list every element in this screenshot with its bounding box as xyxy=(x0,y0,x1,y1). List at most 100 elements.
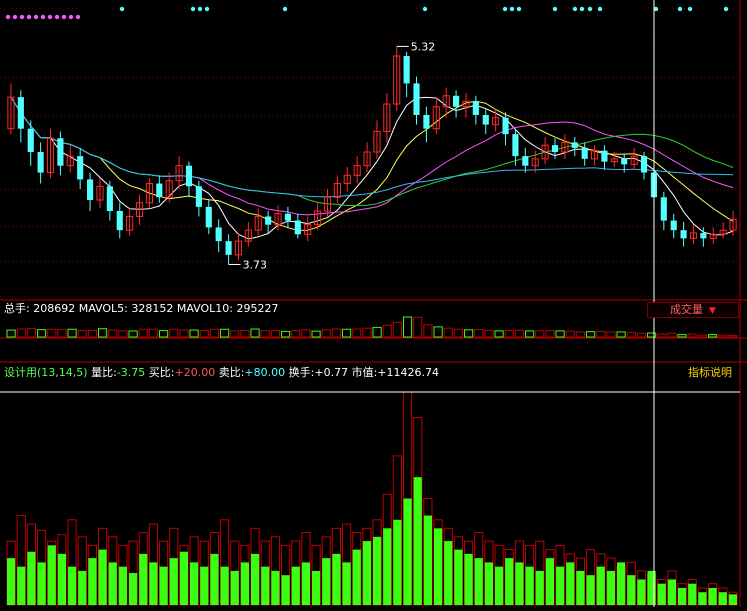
candle-body xyxy=(156,183,163,198)
candle-body xyxy=(294,220,301,235)
ma-line-30 xyxy=(10,96,734,206)
buy-ratio-bar xyxy=(352,549,361,605)
buy-ratio-bar xyxy=(627,575,636,605)
buy-ratio-bar xyxy=(118,566,127,605)
buy-ratio-bar xyxy=(586,575,595,605)
buy-ratio-bar xyxy=(139,553,148,605)
mavol5-value: 328152 xyxy=(131,302,174,315)
buy-ratio-bar xyxy=(230,570,239,605)
candle-body xyxy=(453,95,460,107)
candle xyxy=(472,95,479,125)
volume-bar xyxy=(535,330,545,338)
buy-ratio-bar xyxy=(576,570,585,605)
candle xyxy=(145,178,153,209)
buy-ratio-bar xyxy=(525,566,534,605)
candle xyxy=(27,120,34,166)
candle xyxy=(254,208,262,236)
buy-ratio-bar xyxy=(200,566,209,605)
candle xyxy=(432,97,440,135)
volume-bar xyxy=(16,328,26,338)
top-marker xyxy=(33,14,39,20)
volume-bar xyxy=(372,326,382,338)
candle-body xyxy=(522,156,529,166)
candle xyxy=(522,147,529,173)
buy-ratio-bar xyxy=(454,549,463,605)
buy-ratio-bar xyxy=(413,477,422,605)
buy-ratio-bar xyxy=(179,551,188,605)
candle xyxy=(96,178,104,209)
volume-bar xyxy=(209,328,219,338)
buy-ratio-bar xyxy=(596,566,605,605)
candle xyxy=(57,131,64,176)
buy-ratio-bar xyxy=(393,519,402,605)
candle-body xyxy=(403,56,410,84)
candle xyxy=(383,93,391,143)
volume-bar xyxy=(47,328,57,338)
market-value-value: +11426.74 xyxy=(377,366,439,379)
top-marker xyxy=(422,6,428,12)
candle-body xyxy=(621,158,628,165)
buy-ratio-bar xyxy=(545,558,554,605)
candle xyxy=(453,90,460,118)
volume-button-label: 成交量 xyxy=(670,303,704,316)
volume-bar xyxy=(179,329,189,338)
ratio-label: 量比: xyxy=(91,366,117,379)
candle xyxy=(66,145,74,173)
candle xyxy=(294,213,301,239)
candle xyxy=(106,180,113,221)
buy-ratio-bar xyxy=(322,558,331,605)
buy-ratio-bar xyxy=(464,553,473,605)
candle-body xyxy=(601,150,608,162)
volume-total-label: 总手: xyxy=(4,302,30,315)
buy-ratio-bar xyxy=(423,515,432,605)
candle-body xyxy=(423,114,430,129)
buy-ratio-bar xyxy=(728,594,737,605)
top-marker xyxy=(61,14,67,20)
volume-bar xyxy=(6,329,16,338)
buy-label: 买比: xyxy=(148,366,175,379)
volume-bar xyxy=(545,330,555,338)
volume-indicator-button[interactable]: 成交量 ▼ xyxy=(647,302,739,318)
buy-ratio-bar xyxy=(261,566,270,605)
top-marker xyxy=(190,6,196,12)
candle-body xyxy=(502,117,509,135)
candle xyxy=(205,200,212,235)
volume-bar xyxy=(718,334,728,338)
volume-bar xyxy=(270,330,281,338)
volume-bar xyxy=(413,316,423,338)
market-value-label: 市值: xyxy=(351,366,378,379)
candle-body xyxy=(640,156,648,173)
indicator-help-button[interactable]: 指标说明 xyxy=(688,366,732,380)
buy-ratio-bar xyxy=(688,583,697,605)
volume-bar xyxy=(525,330,535,338)
volume-bar xyxy=(555,330,565,338)
volume-bar xyxy=(443,327,453,338)
candle-body xyxy=(185,165,193,187)
candle xyxy=(343,167,351,192)
buy-value: +20.00 xyxy=(174,366,216,379)
candle xyxy=(413,76,420,125)
indicator-info-line: 设计用(13,14,5) 量比:-3.75 买比:+20.00 卖比:+80.0… xyxy=(4,366,439,380)
top-marker xyxy=(197,6,203,12)
top-marker xyxy=(509,6,515,12)
volume-bar xyxy=(281,330,291,338)
volume-bar xyxy=(575,331,585,338)
candle-body xyxy=(581,147,588,159)
buy-ratio-bar xyxy=(637,579,646,605)
top-marker xyxy=(579,6,585,12)
candle xyxy=(17,90,24,143)
volume-bar xyxy=(260,330,270,338)
volume-bar xyxy=(636,332,646,338)
buy-ratio-bar xyxy=(210,553,219,605)
candle xyxy=(234,232,243,261)
candle-body xyxy=(27,128,34,152)
volume-bar xyxy=(697,334,707,338)
candle xyxy=(215,219,222,253)
buy-ratio-bar xyxy=(332,553,341,605)
volume-bar xyxy=(362,327,372,338)
buy-ratio-bar xyxy=(129,573,138,605)
mavol5-label: MAVOL5: xyxy=(78,302,128,315)
volume-bar xyxy=(291,330,301,338)
candle xyxy=(116,202,123,239)
candle xyxy=(353,156,361,184)
